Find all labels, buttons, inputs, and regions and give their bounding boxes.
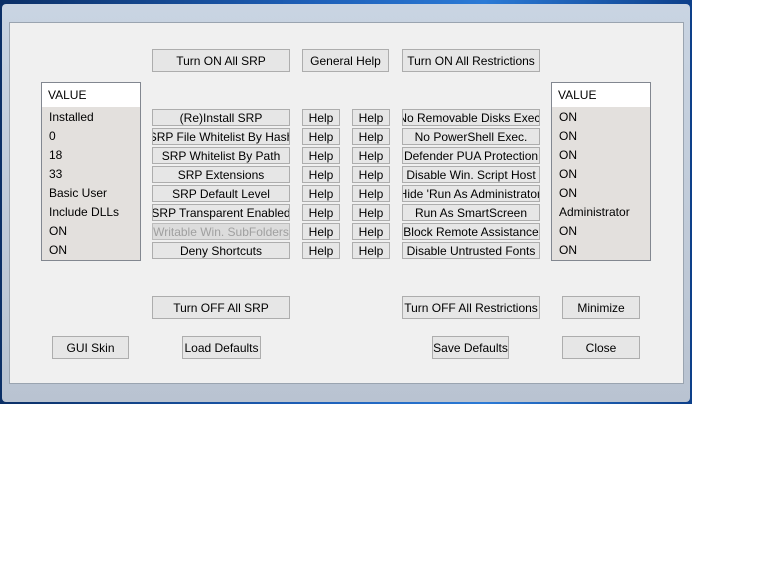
list-item[interactable]: ON	[552, 126, 650, 145]
list-item[interactable]: 33	[42, 164, 140, 183]
srp-help-button[interactable]: Help	[302, 185, 340, 202]
turn-on-all-srp-button[interactable]: Turn ON All SRP	[152, 49, 290, 72]
list-item[interactable]: Basic User	[42, 183, 140, 202]
list-item[interactable]: ON	[552, 183, 650, 202]
list-item[interactable]: 18	[42, 145, 140, 164]
srp-value-list[interactable]: VALUE Installed 0 18 33 Basic User Include DL…	[41, 82, 141, 261]
srp-help-button[interactable]: Help	[302, 128, 340, 145]
restriction-help-button[interactable]: Help	[352, 242, 390, 259]
srp-option-button[interactable]: SRP Extensions	[152, 166, 290, 183]
restriction-option-button[interactable]: No PowerShell Exec.	[402, 128, 540, 145]
srp-option-button[interactable]: Deny Shortcuts	[152, 242, 290, 259]
save-defaults-button[interactable]: Save Defaults	[432, 336, 509, 359]
srp-help-button[interactable]: Help	[302, 109, 340, 126]
srp-value-list-header: VALUE	[42, 83, 140, 107]
list-item[interactable]: ON	[42, 221, 140, 240]
restriction-help-button[interactable]: Help	[352, 147, 390, 164]
list-item[interactable]: ON	[42, 240, 140, 259]
restriction-help-button[interactable]: Help	[352, 223, 390, 240]
srp-option-button[interactable]: (Re)Install SRP	[152, 109, 290, 126]
turn-off-all-restrictions-button[interactable]: Turn OFF All Restrictions	[402, 296, 540, 319]
restriction-option-button[interactable]: Disable Win. Script Host	[402, 166, 540, 183]
restriction-value-list-header: VALUE	[552, 83, 650, 107]
srp-option-button[interactable]: SRP Whitelist By Path	[152, 147, 290, 164]
gui-skin-button[interactable]: GUI Skin	[52, 336, 129, 359]
minimize-button[interactable]: Minimize	[562, 296, 640, 319]
srp-help-button[interactable]: Help	[302, 204, 340, 221]
turn-off-all-srp-button[interactable]: Turn OFF All SRP	[152, 296, 290, 319]
restriction-help-button[interactable]: Help	[352, 109, 390, 126]
list-item[interactable]: ON	[552, 107, 650, 126]
srp-option-button[interactable]: SRP Default Level	[152, 185, 290, 202]
list-item[interactable]: ON	[552, 221, 650, 240]
turn-on-all-restrictions-button[interactable]: Turn ON All Restrictions	[402, 49, 540, 72]
restriction-option-button[interactable]: Defender PUA Protection	[402, 147, 540, 164]
restriction-option-button[interactable]: Disable Untrusted Fonts	[402, 242, 540, 259]
srp-help-button[interactable]: Help	[302, 147, 340, 164]
restriction-help-button[interactable]: Help	[352, 128, 390, 145]
srp-option-button[interactable]: SRP Transparent Enabled	[152, 204, 290, 221]
srp-help-button[interactable]: Help	[302, 223, 340, 240]
srp-option-button: Writable Win. SubFolders	[152, 223, 290, 240]
restriction-value-list[interactable]: VALUE ON ON ON ON ON Administrator ON ON	[551, 82, 651, 261]
list-item[interactable]: ON	[552, 240, 650, 259]
list-item[interactable]: 0	[42, 126, 140, 145]
list-item[interactable]: Administrator	[552, 202, 650, 221]
restriction-option-button[interactable]: Run As SmartScreen	[402, 204, 540, 221]
list-item[interactable]: ON	[552, 145, 650, 164]
restriction-help-button[interactable]: Help	[352, 166, 390, 183]
restriction-option-button[interactable]: Block Remote Assistance	[402, 223, 540, 240]
general-help-button[interactable]: General Help	[302, 49, 389, 72]
restriction-option-button[interactable]: Hide 'Run As Administrator'	[402, 185, 540, 202]
close-button[interactable]: Close	[562, 336, 640, 359]
list-item[interactable]: Installed	[42, 107, 140, 126]
restriction-help-button[interactable]: Help	[352, 185, 390, 202]
restriction-help-button[interactable]: Help	[352, 204, 390, 221]
list-item[interactable]: Include DLLs	[42, 202, 140, 221]
list-item[interactable]: ON	[552, 164, 650, 183]
srp-help-button[interactable]: Help	[302, 242, 340, 259]
load-defaults-button[interactable]: Load Defaults	[182, 336, 261, 359]
restriction-option-button[interactable]: No Removable Disks Exec.	[402, 109, 540, 126]
srp-option-button[interactable]: SRP File Whitelist By Hash	[152, 128, 290, 145]
srp-help-button[interactable]: Help	[302, 166, 340, 183]
